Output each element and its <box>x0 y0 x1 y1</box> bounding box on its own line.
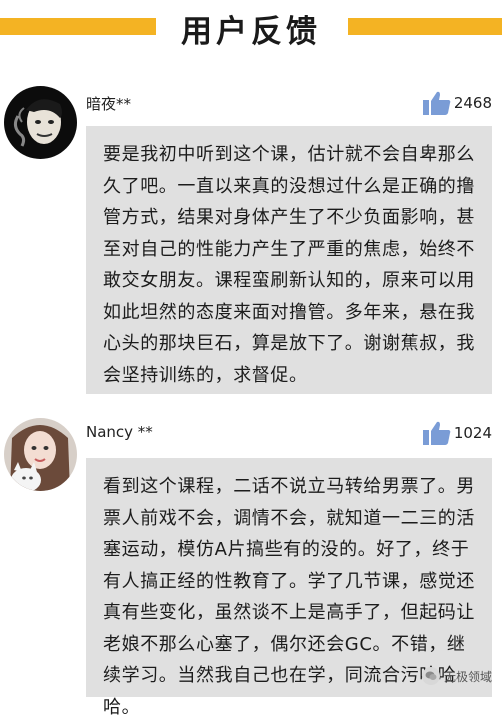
thumbs-up-icon <box>422 91 451 115</box>
watermark-text: 无极领域 <box>443 669 492 684</box>
like-counter[interactable]: 1024 <box>422 420 492 446</box>
like-counter[interactable]: 2468 <box>422 90 492 116</box>
header-accent-right <box>348 18 502 35</box>
username: 暗夜** <box>86 95 132 113</box>
username: Nancy ** <box>86 423 153 441</box>
comment-card: 暗夜** 2468 要是我初中听到这个课，估计就不会自卑那么久了吧。一直以来真的… <box>0 86 502 394</box>
like-count: 1024 <box>453 424 492 442</box>
avatar[interactable] <box>4 86 77 159</box>
avatar-smoking-man-icon <box>4 86 77 159</box>
avatar-girl-with-cat-icon <box>4 418 77 491</box>
watermark: 无极领域 <box>421 667 492 685</box>
comment-text-box: 看到这个课程，二话不说立马转给男票了。男票人前戏不会，调情不会，就知道一二三的活… <box>86 458 492 718</box>
comment-card: Nancy ** 1024 看到这个课程，二话不说立马转给男票了。男票人前戏不会… <box>0 418 502 718</box>
comment-text-box: 要是我初中听到这个课，估计就不会自卑那么久了吧。一直以来真的没想过什么是正确的撸… <box>86 126 492 394</box>
wechat-icon <box>421 667 440 685</box>
header-bar: 用户反馈 <box>0 0 502 56</box>
page-title: 用户反馈 <box>181 14 321 50</box>
header-accent-left <box>0 18 156 35</box>
like-count: 2468 <box>453 94 492 112</box>
avatar[interactable] <box>4 418 77 491</box>
thumbs-up-icon <box>422 421 451 445</box>
